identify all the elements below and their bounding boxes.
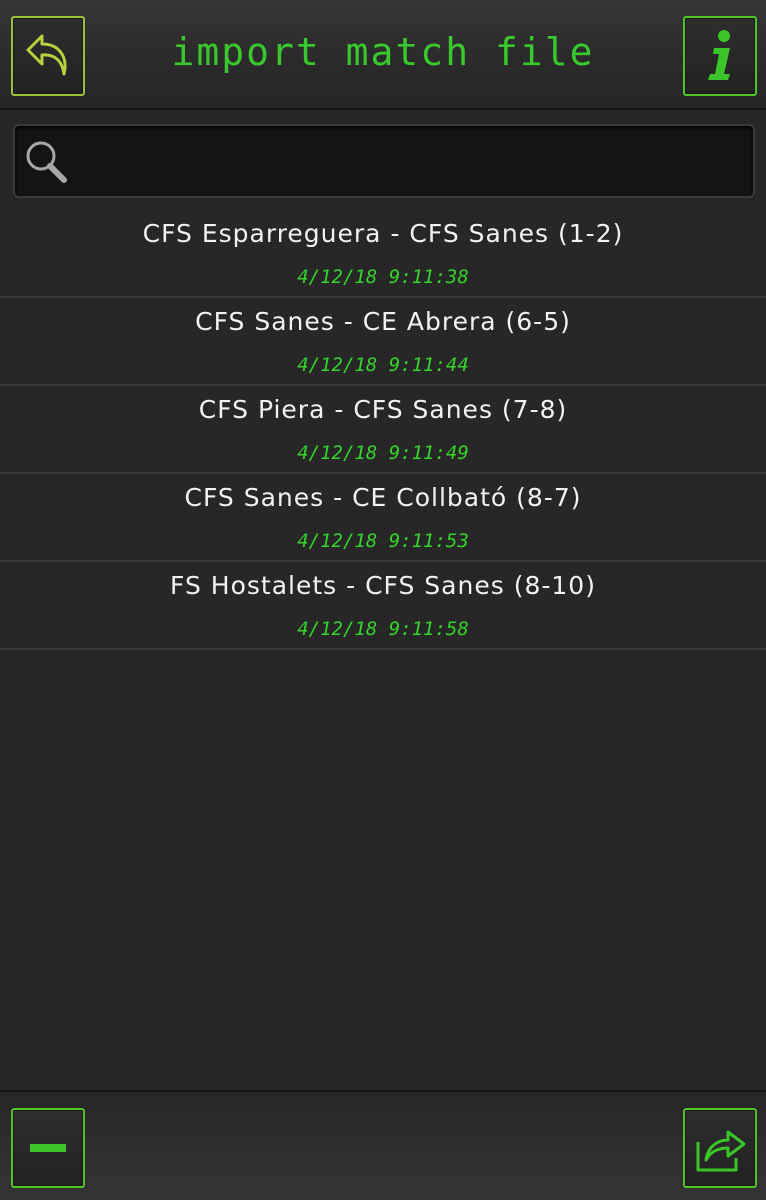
- match-name: CFS Esparreguera - CFS Sanes (1-2): [142, 219, 624, 248]
- list-item[interactable]: CFS Sanes - CE Abrera (6-5) 4/12/18 9:11…: [0, 298, 766, 386]
- info-icon: [708, 30, 730, 80]
- minus-icon: [30, 1144, 66, 1152]
- share-button[interactable]: [683, 1108, 757, 1188]
- share-icon: [696, 1130, 746, 1172]
- header-bar: import match file: [0, 0, 766, 110]
- import-match-screen: import match file CFS Esparreguera - CFS…: [0, 0, 766, 1200]
- match-timestamp: 4/12/18 9:11:38: [297, 266, 469, 288]
- search-icon: [26, 141, 67, 183]
- search-bar: [13, 124, 755, 198]
- search-input[interactable]: [77, 134, 741, 188]
- match-timestamp: 4/12/18 9:11:49: [297, 442, 469, 464]
- list-item[interactable]: CFS Esparreguera - CFS Sanes (1-2) 4/12/…: [0, 210, 766, 298]
- match-name: CFS Sanes - CE Collbató (8-7): [184, 483, 582, 512]
- back-arrow-icon: [26, 34, 67, 76]
- match-timestamp: 4/12/18 9:11:58: [297, 618, 469, 640]
- list-item[interactable]: CFS Sanes - CE Collbató (8-7) 4/12/18 9:…: [0, 474, 766, 562]
- match-name: CFS Piera - CFS Sanes (7-8): [198, 395, 568, 424]
- match-name: CFS Sanes - CE Abrera (6-5): [195, 307, 571, 336]
- info-button[interactable]: [683, 16, 757, 96]
- footer-bar: [0, 1090, 766, 1200]
- back-button[interactable]: [11, 16, 85, 96]
- match-timestamp: 4/12/18 9:11:44: [297, 354, 469, 376]
- match-name: FS Hostalets - CFS Sanes (8-10): [170, 571, 596, 600]
- list-item[interactable]: CFS Piera - CFS Sanes (7-8) 4/12/18 9:11…: [0, 386, 766, 474]
- match-list: CFS Esparreguera - CFS Sanes (1-2) 4/12/…: [0, 210, 766, 650]
- page-title: import match file: [171, 30, 595, 74]
- list-item[interactable]: FS Hostalets - CFS Sanes (8-10) 4/12/18 …: [0, 562, 766, 650]
- match-timestamp: 4/12/18 9:11:53: [297, 530, 469, 552]
- remove-button[interactable]: [11, 1108, 85, 1188]
